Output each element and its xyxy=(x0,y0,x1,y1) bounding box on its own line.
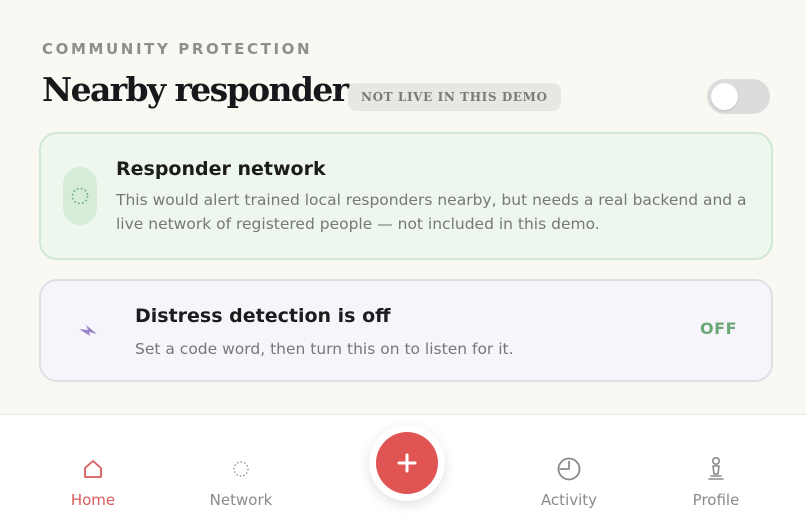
network-card-body: This would alert trained local responder… xyxy=(116,191,747,233)
demo-badge: NOT LIVE IN THIS DEMO xyxy=(348,83,561,111)
nav-label-home: Home xyxy=(70,491,116,509)
distress-status: OFF xyxy=(700,319,737,338)
distress-card-title: Distress detection is off xyxy=(135,305,391,327)
dotted-circle-icon xyxy=(71,187,89,205)
nav-label-profile: Profile xyxy=(692,491,740,509)
page-title: Nearby responders xyxy=(42,70,366,109)
plus-icon xyxy=(397,453,417,473)
nav-label-network: Network xyxy=(209,491,273,509)
responders-toggle[interactable] xyxy=(707,79,770,114)
nav-item-network[interactable]: Network xyxy=(191,455,291,509)
network-icon-badge xyxy=(63,167,97,225)
home-icon xyxy=(84,460,102,478)
lightning-icon xyxy=(79,325,97,336)
nav-item-activity[interactable]: Activity xyxy=(519,455,619,509)
add-button[interactable] xyxy=(369,425,445,501)
distress-card-body: Set a code word, then turn this on to li… xyxy=(135,340,514,358)
add-button-circle[interactable] xyxy=(376,432,438,494)
dotted-circle-icon xyxy=(233,461,249,477)
page: COMMUNITY PROTECTION Nearby responders N… xyxy=(0,0,806,523)
toggle-knob[interactable] xyxy=(711,83,738,110)
distress-detection-card[interactable]: Distress detection is off Set a code wor… xyxy=(39,279,773,382)
clock-icon xyxy=(557,457,581,481)
nav-item-profile[interactable]: Profile xyxy=(666,455,766,509)
responder-network-card: Responder network This would alert train… xyxy=(39,132,773,260)
nav-item-home[interactable]: Home xyxy=(43,455,143,509)
network-card-title: Responder network xyxy=(116,158,326,180)
nav-label-activity: Activity xyxy=(540,491,598,509)
profile-icon xyxy=(708,456,724,480)
section-eyebrow: COMMUNITY PROTECTION xyxy=(42,40,313,58)
